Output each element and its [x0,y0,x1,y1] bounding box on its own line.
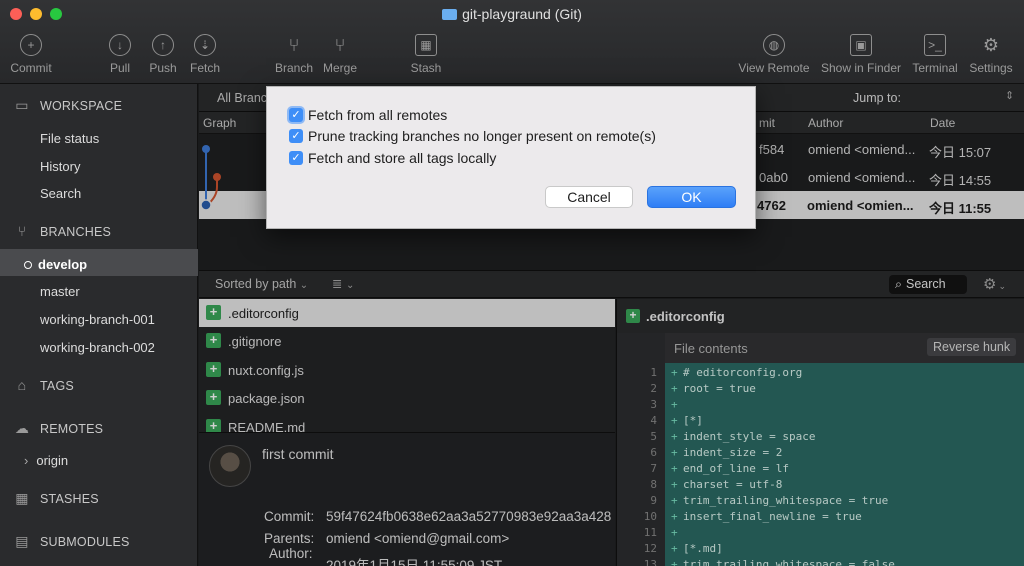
chevron-right-icon: › [24,453,29,468]
branch-button[interactable]: ⑂ Branch [272,34,316,76]
branch-icon: ⑂ [288,34,300,55]
fetch-icon: ⇣ [194,34,216,56]
remotes-heading: REMOTES [40,422,104,436]
merge-button[interactable]: ⑂ Merge [320,34,360,76]
show-in-finder-button[interactable]: ▣ Show in Finder [818,34,904,75]
stash-icon: ▦ [415,34,437,56]
fetch-button[interactable]: ⇣ Fetch [187,34,223,75]
monitor-icon: ▭ [15,97,29,113]
fetch-tags-checkbox[interactable]: ✓ Fetch and store all tags locally [289,150,496,166]
ok-button[interactable]: OK [647,186,736,208]
fetch-all-remotes-checkbox[interactable]: ✓ Fetch from all remotes [289,107,447,123]
merge-label: Merge [322,61,357,75]
submodules-heading: SUBMODULES [40,535,130,549]
checkmark-icon: ✓ [289,108,303,122]
plus-circle-icon: + [20,34,42,56]
tags-heading: TAGS [40,379,74,393]
current-branch-icon [24,261,32,269]
toolbar: git-playgraund (Git) + Commit ↓ Pull ↑ Push… [0,0,1024,84]
sidebar: ▭ WORKSPACE File status History Search ⑂ B… [0,84,198,566]
sidebar-item-master[interactable]: master [40,284,80,299]
sidebar-item-origin[interactable]: › origin [24,453,68,468]
sidebar-item-working-branch-002[interactable]: working-branch-002 [40,340,155,355]
folder-icon [442,9,458,20]
stash-icon: ▦ [15,490,29,506]
merge-icon: ⑂ [334,34,346,55]
cloud-icon: ☁ [14,420,30,436]
sidebar-item-search[interactable]: Search [40,186,81,201]
option-label: Fetch from all remotes [308,107,448,123]
option-label: Fetch and store all tags locally [308,150,497,166]
pull-button[interactable]: ↓ Pull [104,34,136,75]
sidebar-section-submodules[interactable]: ▤ SUBMODULES [12,533,130,551]
sidebar-item-history[interactable]: History [40,159,80,174]
arrow-up-icon: ↑ [152,34,174,56]
tag-icon: ⌂ [17,377,27,393]
branch-icon: ⑂ [17,223,27,239]
globe-icon: ◍ [763,34,785,56]
finder-icon: ▣ [850,34,872,56]
pull-label: Pull [109,61,130,75]
checkmark-icon: ✓ [289,129,303,143]
show-in-finder-label: Show in Finder [820,61,902,75]
sidebar-section-tags[interactable]: ⌂ TAGS [12,377,74,395]
view-remote-button[interactable]: ◍ View Remote [736,34,812,75]
stash-button[interactable]: ▦ Stash [408,34,444,75]
window-title: git-playgraund (Git) [0,6,1024,22]
arrow-down-icon: ↓ [109,34,131,56]
fetch-label: Fetch [189,61,220,75]
sidebar-item-working-branch-001[interactable]: working-branch-001 [40,312,155,327]
submodule-icon: ▤ [15,533,29,549]
checkmark-icon: ✓ [289,151,303,165]
window-title-text: git-playgraund (Git) [462,6,582,22]
workspace-heading: WORKSPACE [40,99,123,113]
remote-origin-label: origin [36,453,69,468]
push-label: Push [149,61,177,75]
push-button[interactable]: ↑ Push [146,34,180,75]
view-remote-label: View Remote [738,61,810,75]
branches-heading: BRANCHES [40,225,112,239]
sidebar-item-file-status[interactable]: File status [40,131,99,146]
sidebar-item-develop[interactable]: develop [24,257,87,272]
prune-branches-checkbox[interactable]: ✓ Prune tracking branches no longer prese… [289,128,656,144]
commit-label: Commit [10,61,52,75]
terminal-icon: >_ [924,34,946,56]
stash-label: Stash [410,61,442,75]
settings-button[interactable]: ⚙ Settings [966,34,1016,76]
settings-label: Settings [969,61,1013,75]
gear-icon: ⚙ [982,34,1000,55]
branch-label: Branch [274,61,314,75]
sidebar-section-branches[interactable]: ⑂ BRANCHES [12,223,111,241]
terminal-label: Terminal [912,61,958,75]
branch-develop-label: develop [38,257,88,272]
option-label: Prune tracking branches no longer presen… [308,128,656,144]
sidebar-section-remotes[interactable]: ☁ REMOTES [12,420,103,438]
sidebar-section-stashes[interactable]: ▦ STASHES [12,490,99,508]
cancel-button[interactable]: Cancel [545,186,633,208]
sidebar-section-workspace[interactable]: ▭ WORKSPACE [12,97,122,115]
commit-button[interactable]: + Commit [8,34,54,75]
terminal-button[interactable]: >_ Terminal [910,34,960,75]
fetch-dialog: ✓ Fetch from all remotes ✓ Prune tracking … [266,86,756,229]
stashes-heading: STASHES [40,492,99,506]
